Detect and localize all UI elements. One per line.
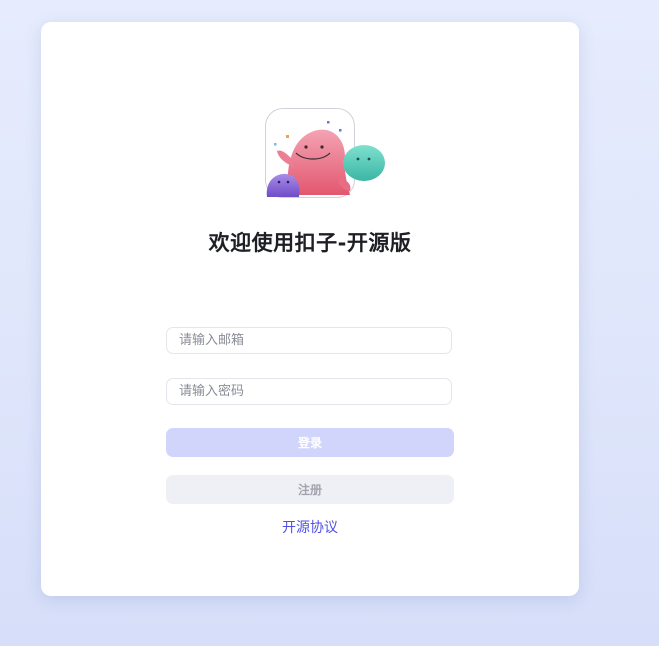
login-card: 欢迎使用扣子-开源版 登录 注册 开源协议 [41,22,579,596]
register-button-label: 注册 [297,483,322,497]
mascot-illustration [266,121,385,197]
email-input[interactable] [166,327,452,354]
password-input[interactable] [166,378,452,405]
mascot-logo-icon [265,108,385,198]
login-button[interactable]: 登录 [166,428,454,457]
login-button-label: 登录 [297,436,322,450]
license-link[interactable]: 开源协议 [41,517,579,537]
register-button[interactable]: 注册 [166,475,454,504]
page-title: 欢迎使用扣子-开源版 [208,231,412,255]
